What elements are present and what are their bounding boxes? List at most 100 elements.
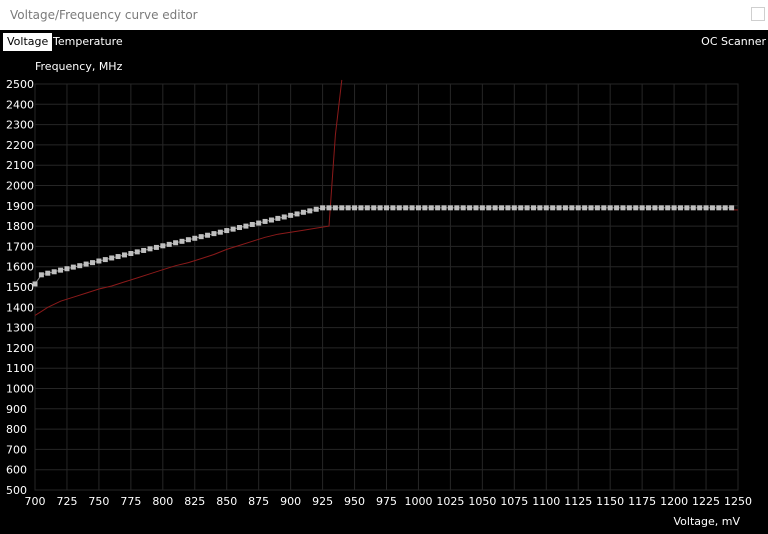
curve-point-marker[interactable] xyxy=(594,205,600,211)
curve-point-marker[interactable] xyxy=(652,205,658,211)
curve-point-marker[interactable] xyxy=(358,205,364,211)
curve-point-marker[interactable] xyxy=(179,238,185,244)
curve-point-marker[interactable] xyxy=(518,205,524,211)
curve-point-marker[interactable] xyxy=(658,205,664,211)
curve-point-marker[interactable] xyxy=(70,264,76,270)
curve-point-marker[interactable] xyxy=(288,212,294,218)
curve-point-marker[interactable] xyxy=(422,205,428,211)
curve-point-marker[interactable] xyxy=(332,205,338,211)
curve-point-marker[interactable] xyxy=(677,205,683,211)
curve-point-marker[interactable] xyxy=(562,205,568,211)
curve-point-marker[interactable] xyxy=(192,235,198,241)
curve-point-marker[interactable] xyxy=(460,205,466,211)
curve-point-marker[interactable] xyxy=(582,205,588,211)
curve-point-marker[interactable] xyxy=(294,211,300,217)
curve-point-marker[interactable] xyxy=(505,205,511,211)
curve-point-marker[interactable] xyxy=(403,205,409,211)
curve-point-marker[interactable] xyxy=(569,205,575,211)
curve-point-marker[interactable] xyxy=(77,263,83,269)
curve-point-marker[interactable] xyxy=(262,218,268,224)
curve-point-marker[interactable] xyxy=(147,246,153,252)
curve-point-marker[interactable] xyxy=(665,205,671,211)
curve-point-marker[interactable] xyxy=(128,251,134,257)
curve-point-marker[interactable] xyxy=(479,205,485,211)
curve-point-marker[interactable] xyxy=(51,269,57,275)
curve-point-marker[interactable] xyxy=(607,205,613,211)
curve-point-marker[interactable] xyxy=(614,205,620,211)
curve-point-marker[interactable] xyxy=(601,205,607,211)
curve-point-marker[interactable] xyxy=(690,205,696,211)
curve-point-marker[interactable] xyxy=(90,260,96,266)
curve-point-marker[interactable] xyxy=(447,205,453,211)
curve-point-marker[interactable] xyxy=(58,267,64,273)
curve-point-marker[interactable] xyxy=(364,205,370,211)
curve-point-marker[interactable] xyxy=(524,205,530,211)
curve-point-marker[interactable] xyxy=(467,205,473,211)
curve-point-marker[interactable] xyxy=(428,205,434,211)
curve-point-marker[interactable] xyxy=(530,205,536,211)
curve-point-marker[interactable] xyxy=(275,215,281,221)
curve-point-marker[interactable] xyxy=(141,247,147,253)
curve-point-marker[interactable] xyxy=(409,205,415,211)
curve-point-marker[interactable] xyxy=(626,205,632,211)
curve-point-marker[interactable] xyxy=(486,205,492,211)
curve-point-marker[interactable] xyxy=(435,205,441,211)
curve-point-marker[interactable] xyxy=(543,205,549,211)
curve-point-marker[interactable] xyxy=(307,208,313,214)
close-button[interactable] xyxy=(751,7,765,21)
curve-point-marker[interactable] xyxy=(115,254,121,260)
curve-point-marker[interactable] xyxy=(396,205,402,211)
curve-point-marker[interactable] xyxy=(511,205,517,211)
curve-point-marker[interactable] xyxy=(198,234,204,240)
curve-point-marker[interactable] xyxy=(697,205,703,211)
curve-point-marker[interactable] xyxy=(160,243,166,249)
curve-point-marker[interactable] xyxy=(339,205,345,211)
curve-point-marker[interactable] xyxy=(390,205,396,211)
curve-point-marker[interactable] xyxy=(646,205,652,211)
curve-point-marker[interactable] xyxy=(684,205,690,211)
curve-point-marker[interactable] xyxy=(709,205,715,211)
curve-point-marker[interactable] xyxy=(556,205,562,211)
curve-point-marker[interactable] xyxy=(415,205,421,211)
curve-point-marker[interactable] xyxy=(45,270,51,276)
curve-point-marker[interactable] xyxy=(153,244,159,250)
curve-point-marker[interactable] xyxy=(639,205,645,211)
curve-point-marker[interactable] xyxy=(217,229,223,235)
curve-point-marker[interactable] xyxy=(237,225,243,231)
curve-point-marker[interactable] xyxy=(224,228,230,234)
curve-point-marker[interactable] xyxy=(173,240,179,246)
curve-point-marker[interactable] xyxy=(102,257,108,263)
curve-point-marker[interactable] xyxy=(499,205,505,211)
curve-point-marker[interactable] xyxy=(320,205,326,211)
curve-point-marker[interactable] xyxy=(32,281,38,287)
curve-point-marker[interactable] xyxy=(249,221,255,227)
curve-point-marker[interactable] xyxy=(38,272,44,278)
curve-point-marker[interactable] xyxy=(281,214,287,220)
curve-point-marker[interactable] xyxy=(185,237,191,243)
curve-point-marker[interactable] xyxy=(550,205,556,211)
curve-point-marker[interactable] xyxy=(205,232,211,238)
curve-point-marker[interactable] xyxy=(588,205,594,211)
curve-point-marker[interactable] xyxy=(230,226,236,232)
curve-point-marker[interactable] xyxy=(371,205,377,211)
curve-point-marker[interactable] xyxy=(703,205,709,211)
curve-point-marker[interactable] xyxy=(313,206,319,212)
curve-point-marker[interactable] xyxy=(620,205,626,211)
curve-point-marker[interactable] xyxy=(352,205,358,211)
curve-point-marker[interactable] xyxy=(575,205,581,211)
curve-point-marker[interactable] xyxy=(326,205,332,211)
curve-point-marker[interactable] xyxy=(121,252,127,258)
curve-point-marker[interactable] xyxy=(441,205,447,211)
oc-scanner-button[interactable]: OC Scanner xyxy=(701,33,766,51)
curve-point-marker[interactable] xyxy=(243,223,249,229)
curve-point-marker[interactable] xyxy=(384,205,389,211)
curve-point-marker[interactable] xyxy=(722,205,728,211)
curve-point-marker[interactable] xyxy=(166,241,172,247)
curve-point-marker[interactable] xyxy=(109,255,115,261)
curve-point-marker[interactable] xyxy=(134,249,140,255)
curve-point-marker[interactable] xyxy=(671,205,677,211)
curve-point-marker[interactable] xyxy=(64,266,70,272)
tab-temperature[interactable]: Temperature xyxy=(49,33,127,51)
curve-point-marker[interactable] xyxy=(454,205,460,211)
curve-point-marker[interactable] xyxy=(716,205,722,211)
